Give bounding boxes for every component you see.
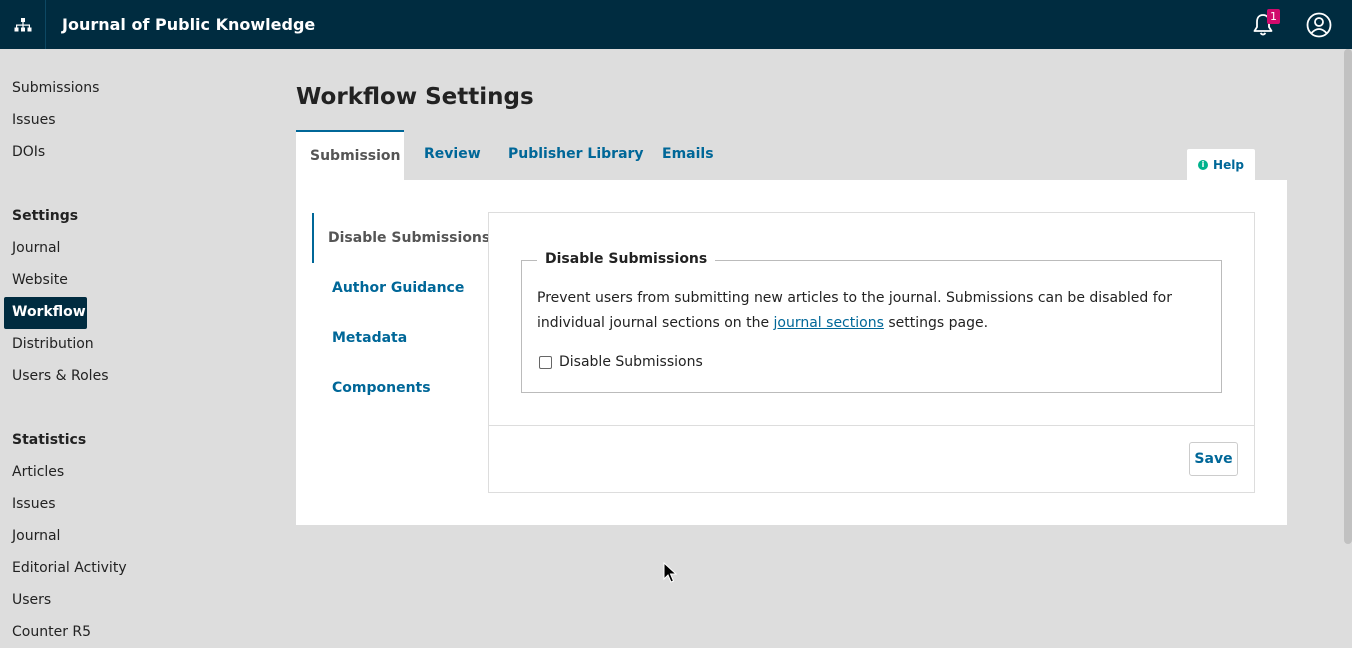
- fieldset-legend: Disable Submissions: [537, 251, 716, 267]
- mouse-cursor-icon: [663, 562, 677, 583]
- tab-publisher-library[interactable]: Publisher Library: [508, 130, 644, 180]
- description-tail: settings page.: [888, 315, 989, 331]
- sidebar-item-submissions[interactable]: Submissions: [12, 80, 99, 96]
- fieldset-description: Prevent users from submitting new articl…: [537, 286, 1213, 336]
- sidebar-heading-settings: Settings: [12, 208, 79, 224]
- side-tab-components[interactable]: Components: [332, 380, 431, 396]
- sitemap-icon: [14, 17, 31, 31]
- sidebar-item-stats-users[interactable]: Users: [12, 592, 51, 608]
- sitemap-button[interactable]: [0, 0, 46, 49]
- sidebar-item-issues[interactable]: Issues: [12, 112, 56, 128]
- sidebar-item-stats-issues[interactable]: Issues: [12, 496, 56, 512]
- help-button[interactable]: i Help: [1187, 149, 1255, 180]
- page-title: Workflow Settings: [296, 84, 534, 110]
- info-icon: i: [1198, 159, 1209, 170]
- sidebar-item-stats-counter-r5[interactable]: Counter R5: [12, 624, 91, 640]
- save-button[interactable]: Save: [1189, 442, 1238, 476]
- tab-review[interactable]: Review: [424, 130, 481, 180]
- top-header-bar: Journal of Public Knowledge 1: [0, 0, 1352, 49]
- checkbox-label[interactable]: Disable Submissions: [559, 354, 703, 370]
- page-scrollbar[interactable]: [1344, 49, 1352, 544]
- sidebar-item-stats-editorial-activity[interactable]: Editorial Activity: [12, 560, 127, 576]
- tab-emails[interactable]: Emails: [662, 130, 714, 180]
- help-label: Help: [1213, 157, 1244, 172]
- sidebar-item-stats-journal[interactable]: Journal: [12, 528, 60, 544]
- user-profile-icon[interactable]: [1306, 12, 1332, 38]
- form-footer-divider: [489, 425, 1254, 426]
- disable-submissions-checkbox[interactable]: [539, 356, 552, 369]
- side-tab-metadata[interactable]: Metadata: [332, 330, 407, 346]
- sidebar-item-distribution[interactable]: Distribution: [12, 336, 94, 352]
- site-title[interactable]: Journal of Public Knowledge: [62, 15, 315, 34]
- journal-sections-link[interactable]: journal sections: [774, 315, 884, 331]
- notification-badge: 1: [1267, 9, 1280, 24]
- sidebar-item-users-roles[interactable]: Users & Roles: [12, 368, 108, 384]
- sidebar-item-journal[interactable]: Journal: [12, 240, 60, 256]
- sidebar-item-website[interactable]: Website: [12, 272, 68, 288]
- sidebar-item-workflow[interactable]: Workflow: [4, 297, 87, 329]
- sidebar-item-stats-articles[interactable]: Articles: [12, 464, 64, 480]
- side-tab-author-guidance[interactable]: Author Guidance: [332, 280, 464, 296]
- settings-tabs: Submission Review Publisher Library Emai…: [296, 130, 1287, 180]
- side-tab-disable-submissions[interactable]: Disable Submissions: [312, 213, 490, 263]
- sidebar-heading-statistics: Statistics: [12, 432, 87, 448]
- tab-submission[interactable]: Submission: [296, 130, 404, 180]
- sidebar-item-dois[interactable]: DOIs: [12, 144, 45, 160]
